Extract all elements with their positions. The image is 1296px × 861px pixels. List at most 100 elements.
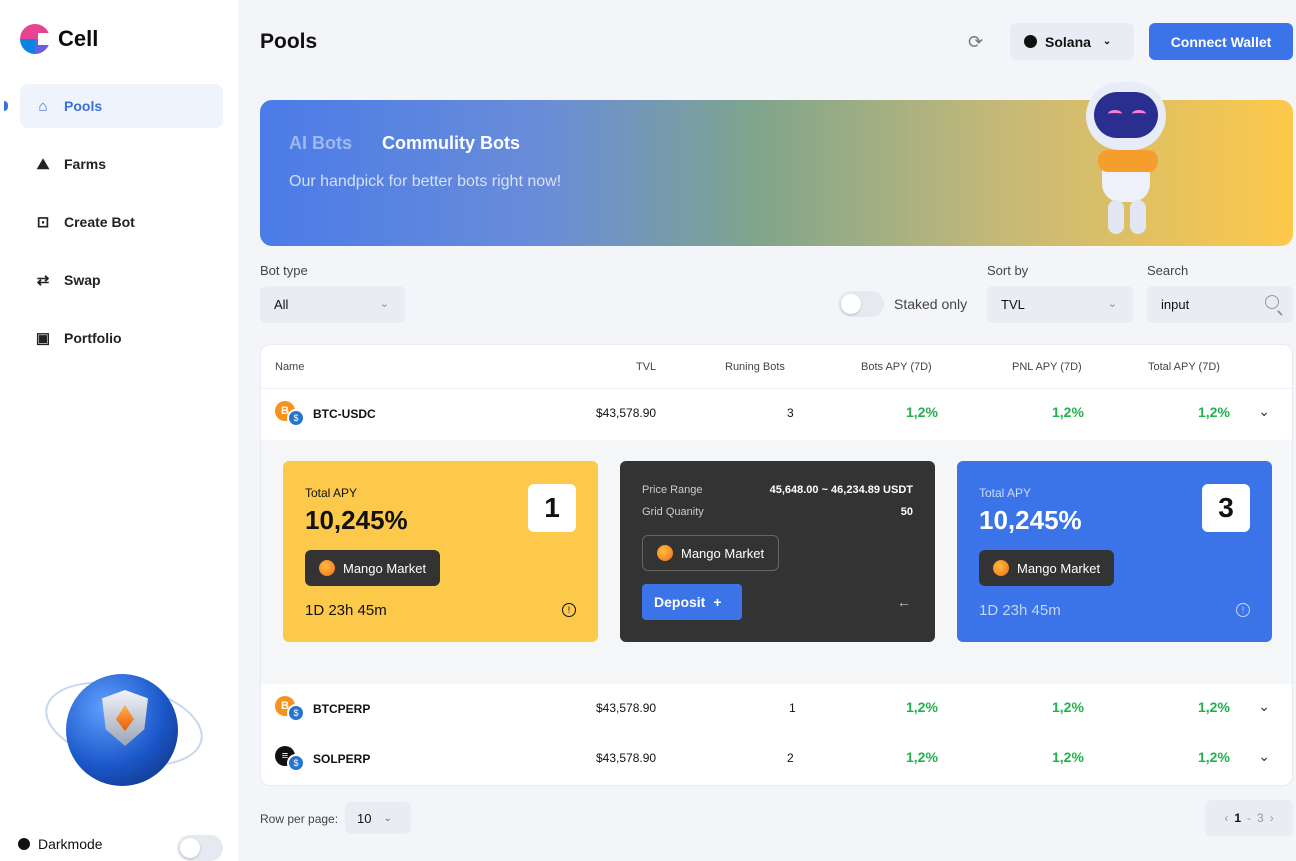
staked-only-group: Staked only	[838, 291, 967, 317]
banner-tabs: AI Bots Commulity Bots	[289, 133, 520, 154]
pool-tvl: $43,578.90	[596, 701, 657, 715]
sort-by-label: Sort by	[987, 263, 1029, 278]
market-name: Mango Market	[681, 545, 765, 561]
banner-subtitle: Our handpick for better bots right now!	[289, 173, 562, 190]
chevron-down-icon: ⌄	[1102, 36, 1112, 47]
plus-icon: +	[713, 594, 722, 610]
chevron-down-icon: ⌄	[379, 298, 389, 310]
tab-ai-bots[interactable]: AI Bots	[289, 133, 352, 154]
home-icon: ⌂	[38, 97, 48, 115]
table-row[interactable]: B $ BTC-USDC $43,578.90 3 1,2% 1,2% 1,2%…	[261, 389, 1292, 439]
connect-wallet-button[interactable]: Connect Wallet	[1149, 23, 1293, 60]
table-row[interactable]: B $ BTCPERP $43,578.90 1 1,2% 1,2% 1,2% …	[261, 684, 1292, 734]
sidebar-item-label: Portfolio	[64, 330, 122, 346]
darkmode-label: Darkmode	[38, 836, 103, 852]
rows-per-page-value: 10	[357, 810, 372, 826]
robot-face	[1094, 92, 1158, 138]
table-row[interactable]: ≡ $ SOLPERP $43,578.90 2 1,2% 1,2% 1,2% …	[261, 734, 1292, 784]
arrow-left-icon[interactable]: ←	[897, 594, 911, 610]
sort-by-select[interactable]: TVL ⌄	[987, 286, 1133, 323]
pool-bots-apy: 1,2%	[906, 749, 938, 765]
search-icon[interactable]	[1265, 295, 1279, 309]
robot-eye	[1132, 110, 1146, 118]
pool-pnl-apy: 1,2%	[1052, 749, 1084, 765]
sidebar-item-farms[interactable]: ⛰ Farms	[20, 142, 223, 186]
page-title: Pools	[260, 30, 318, 53]
rows-per-page-select[interactable]: 10 ⌄	[345, 802, 411, 834]
search-input[interactable]: input	[1147, 286, 1293, 323]
col-bots-apy[interactable]: Bots APY (7D)	[861, 361, 932, 373]
globe-illustration	[37, 668, 211, 788]
refresh-icon[interactable]: ⟳	[968, 32, 983, 53]
pool-tvl: $43,578.90	[596, 751, 657, 765]
cell-logo-icon	[20, 24, 52, 54]
farms-icon: ⛰	[36, 155, 50, 173]
col-pnl-apy[interactable]: PNL APY (7D)	[1012, 361, 1082, 373]
info-icon[interactable]: !	[1236, 603, 1250, 617]
network-selector[interactable]: Solana ⌄	[1010, 23, 1134, 60]
sidebar-item-portfolio[interactable]: ▣ Portfolio	[20, 316, 223, 360]
bots-banner: AI Bots Commulity Bots Our handpick for …	[260, 82, 1293, 246]
deposit-button[interactable]: Deposit +	[642, 584, 742, 620]
pair-icons: ≡ $	[275, 746, 309, 774]
bot-type-label: Bot type	[260, 263, 308, 278]
market-name: Mango Market	[343, 560, 427, 576]
pair-icons: B $	[275, 401, 309, 429]
pool-name: BTCPERP	[313, 702, 371, 716]
chevron-left-icon[interactable]: ‹	[1224, 811, 1228, 825]
chevron-down-icon[interactable]: ⌄	[1258, 403, 1270, 420]
info-icon[interactable]: !	[562, 603, 576, 617]
pool-pnl-apy: 1,2%	[1052, 404, 1084, 420]
market-chip[interactable]: Mango Market	[642, 535, 780, 571]
chevron-right-icon[interactable]: ›	[1270, 811, 1274, 825]
col-running-bots[interactable]: Runing Bots	[725, 361, 785, 373]
search-label: Search	[1147, 263, 1189, 278]
staked-only-toggle[interactable]	[838, 291, 884, 317]
chevron-down-icon: ⌄	[383, 812, 392, 824]
sort-by-value: TVL	[1001, 297, 1025, 312]
rows-per-page-label: Row per page:	[260, 812, 339, 826]
pool-running-bots: 2	[787, 751, 794, 765]
pagination: ‹ 1 - 3 ›	[1205, 800, 1293, 836]
col-name[interactable]: Name	[275, 361, 304, 373]
sidebar-item-label: Pools	[64, 98, 103, 114]
deposit-card: Price Range 45,648.00 ~ 46,234.89 USDT G…	[620, 461, 935, 642]
card-rank-badge: 3	[1202, 484, 1250, 532]
robot-eye	[1108, 110, 1122, 118]
chevron-down-icon: ⌄	[1107, 298, 1117, 310]
card-value: 10,245%	[979, 505, 1082, 535]
search-value: input	[1161, 297, 1190, 312]
apy-card-3: Total APY 10,245% 3 Mango Market 1D 23h …	[957, 461, 1272, 642]
chevron-down-icon[interactable]: ⌄	[1258, 698, 1270, 715]
pool-total-apy: 1,2%	[1198, 404, 1230, 420]
darkmode-toggle[interactable]	[177, 835, 223, 861]
market-name: Mango Market	[1017, 560, 1101, 576]
app-logo[interactable]: Cell	[20, 24, 98, 54]
current-page[interactable]: 1	[1234, 811, 1241, 825]
chevron-down-icon[interactable]: ⌄	[1258, 748, 1270, 765]
topbar: Pools ⟳ Solana ⌄ Connect Wallet	[238, 0, 1296, 78]
card-timer: 1D 23h 45m	[979, 602, 1061, 619]
sidebar-item-label: Create Bot	[64, 214, 135, 230]
moon-icon	[18, 838, 30, 850]
briefcase-icon: ▣	[35, 330, 51, 347]
sidebar-item-swap[interactable]: ⇄ Swap	[20, 258, 223, 302]
tab-community-bots[interactable]: Commulity Bots	[382, 133, 520, 154]
card-timer: 1D 23h 45m	[305, 602, 387, 619]
market-chip[interactable]: Mango Market	[305, 550, 441, 586]
sidebar-item-pools[interactable]: ⌂ Pools	[20, 84, 223, 128]
col-total-apy[interactable]: Total APY (7D)	[1148, 361, 1220, 373]
sidebar-item-label: Swap	[64, 272, 101, 288]
usdc-icon: $	[287, 409, 305, 427]
col-tvl[interactable]: TVL	[636, 361, 656, 373]
network-name: Solana	[1045, 33, 1091, 50]
sidebar-nav: ⌂ Pools ⛰ Farms ⊡ Create Bot ⇄ Swap ▣ Po…	[20, 84, 223, 374]
solana-icon	[1024, 35, 1037, 48]
pool-tvl: $43,578.90	[596, 406, 657, 420]
bot-type-select[interactable]: All ⌄	[260, 286, 405, 323]
sidebar-item-create-bot[interactable]: ⊡ Create Bot	[20, 200, 223, 244]
pair-icons: B $	[275, 696, 309, 724]
market-chip[interactable]: Mango Market	[979, 550, 1115, 586]
total-pages[interactable]: 3	[1257, 811, 1264, 825]
ethereum-icon	[116, 705, 134, 731]
